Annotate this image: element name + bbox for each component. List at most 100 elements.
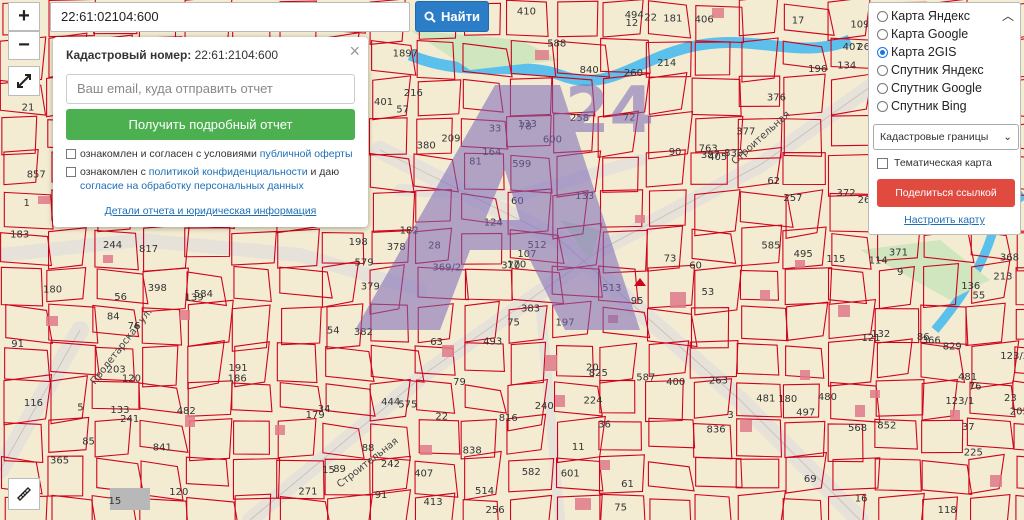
close-icon[interactable]: × — [349, 41, 360, 62]
search-button-label: Найти — [441, 9, 480, 24]
public-offer-link[interactable]: публичной оферты — [260, 148, 353, 160]
basemap-option-label: Спутник Google — [891, 81, 982, 95]
parcel-number-label: 16 — [855, 494, 868, 505]
parcel-number-label: 181 — [663, 13, 682, 24]
cadastral-number-value: 22:61:2104:600 — [194, 48, 279, 62]
radio-button[interactable] — [877, 46, 888, 58]
parcel-number-label: 497 — [796, 408, 815, 419]
zoom-in-button[interactable]: + — [8, 2, 40, 31]
parcel-number-label: 413 — [424, 497, 443, 508]
parcel-number-label: 1897 — [393, 48, 418, 59]
parcel-number-label: 186 — [228, 374, 247, 385]
search-button[interactable]: Найти — [415, 1, 489, 32]
parcel-number-label: 76 — [969, 381, 982, 392]
parcel-number-label: 123/1 — [945, 396, 974, 407]
parcel-number-label: 829 — [943, 342, 962, 353]
consent-privacy-checkbox[interactable] — [66, 167, 76, 177]
parcel-number-label: 214 — [657, 58, 676, 69]
parcel-number-label: 37 — [962, 422, 975, 433]
get-report-button[interactable]: Получить подробный отчет — [66, 109, 355, 140]
basemap-option-label: Спутник Bing — [891, 99, 967, 113]
parcel-number-label: 95 — [631, 296, 644, 307]
consent-privacy-mid: и даю — [307, 166, 340, 178]
configure-map-link[interactable]: Настроить карту — [877, 214, 1012, 226]
cadastral-layer-select-value: Кадастровые границы — [880, 131, 989, 143]
parcel-number-label: 582 — [522, 467, 541, 478]
thematic-map-toggle[interactable]: Тематическая карта — [877, 157, 1012, 169]
basemap-option[interactable]: Карта Google — [877, 25, 1012, 43]
parcel-number-label: 493 — [483, 337, 502, 348]
basemap-option[interactable]: Карта 2GIS — [877, 43, 1012, 61]
radio-button[interactable] — [877, 10, 888, 22]
parcel-number-label: 213 — [993, 272, 1012, 283]
parcel-number-label: 368 — [1000, 253, 1019, 264]
parcel-number-label: 482 — [177, 406, 196, 417]
parcel-number-label: 84 — [107, 311, 120, 322]
report-details-link[interactable]: Детали отчета и юридическая информация — [53, 205, 368, 217]
radio-button[interactable] — [877, 82, 888, 94]
cadastral-layer-select[interactable]: Кадастровые границы ⌄ — [873, 124, 1019, 150]
parcel-number-label: 9 — [897, 267, 903, 278]
parcel-number-label: 180 — [778, 394, 797, 405]
search-input[interactable]: 22:61:02104:600 — [50, 2, 410, 32]
parcel-number-label: 587 — [636, 372, 655, 383]
consent-offer-checkbox[interactable] — [66, 149, 76, 159]
parcel-number-label: 56 — [114, 292, 127, 303]
share-link-button[interactable]: Поделиться ссылкой — [877, 179, 1015, 207]
parcel-number-label: 79 — [453, 377, 466, 388]
parcel-number-label: 244 — [103, 240, 122, 251]
parcel-number-label: 568 — [848, 423, 867, 434]
parcel-number-label: 3 — [727, 410, 733, 421]
email-field[interactable]: Ваш email, куда отправить отчет — [66, 74, 355, 104]
parcel-number-label: 224 — [584, 395, 603, 406]
measure-button[interactable] — [8, 478, 40, 510]
chevron-up-icon[interactable]: ︿ — [1002, 7, 1014, 24]
parcel-number-label: 1 — [24, 198, 30, 209]
parcel-number-label: 88 — [362, 443, 375, 454]
parcel-number-label: 170 — [507, 259, 526, 270]
parcel-number-label: 120 — [169, 487, 188, 498]
consent-privacy-text: ознакомлен с — [80, 166, 149, 178]
parcel-number-label: 242 — [381, 459, 400, 470]
consent-offer: ознакомлен и согласен с условиями публич… — [66, 147, 355, 161]
parcel-number-label: 61 — [621, 479, 634, 490]
radio-button[interactable] — [877, 100, 888, 112]
cadastral-number-title: Кадастровый номер: 22:61:2104:600 — [66, 48, 355, 62]
parcel-number-label: 225 — [964, 448, 983, 459]
parcel-number-label: 11 — [572, 442, 585, 453]
privacy-policy-link[interactable]: политикой конфиденциальности — [149, 166, 308, 178]
zoom-out-button[interactable]: − — [8, 31, 40, 60]
parcel-number-label: 86 — [917, 332, 930, 343]
parcel-number-label: 401 — [374, 97, 393, 108]
radio-button[interactable] — [877, 64, 888, 76]
parcel-number-label: 241 — [120, 414, 139, 425]
parcel-number-label: 836 — [707, 425, 726, 436]
parcel-number-label: 53 — [702, 287, 715, 298]
parcel-number-label: 825 — [589, 368, 608, 379]
parcel-number-label: 263 — [709, 376, 728, 387]
parcel-number-label: 407 — [414, 469, 433, 480]
basemap-option[interactable]: Спутник Яндекс — [877, 61, 1012, 79]
parcel-number-label: 830 — [724, 148, 743, 159]
parcel-number-label: 75 — [614, 503, 627, 514]
parcel-number-label: 514 — [475, 486, 494, 497]
basemap-option[interactable]: Спутник Bing — [877, 97, 1012, 115]
parcel-number-label: 22 — [644, 13, 657, 24]
basemap-option[interactable]: Спутник Google — [877, 79, 1012, 97]
parcel-number-label: 817 — [139, 244, 158, 255]
parcel-number-label: 15 — [109, 496, 122, 507]
basemap-options: Карта Яндекс Карта Google Карта 2GIS Спутни… — [877, 7, 1012, 115]
parcel-number-label: 410 — [517, 6, 536, 17]
radio-button[interactable] — [877, 28, 888, 40]
personal-data-consent-link[interactable]: согласие на обработку персональных данны… — [80, 180, 304, 192]
fullscreen-button[interactable] — [8, 66, 40, 96]
thematic-map-checkbox[interactable] — [877, 157, 888, 169]
chevron-down-icon: ⌄ — [1003, 131, 1012, 143]
parcel-number-label: 481 — [756, 393, 775, 404]
parcel-number-label: 60 — [689, 261, 702, 272]
parcel-number-label: 400 — [666, 377, 685, 388]
cadastral-number-label: Кадастровый номер: — [66, 48, 192, 62]
parcel-number-label: 123/2 — [1000, 351, 1024, 362]
basemap-option[interactable]: Карта Яндекс — [877, 7, 1012, 25]
parcel-number-label: 257 — [783, 193, 802, 204]
